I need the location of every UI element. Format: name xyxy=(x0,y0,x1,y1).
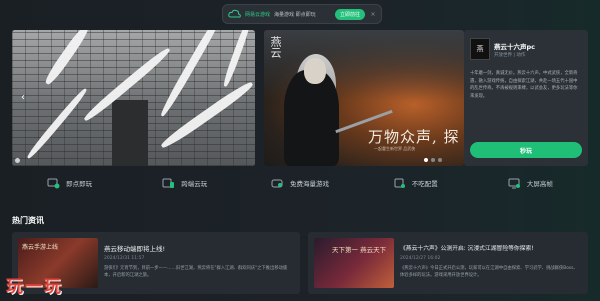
carousel-dot[interactable] xyxy=(438,158,442,162)
feature-item: 不吃配置 xyxy=(358,170,473,196)
news-thumbnail: 天下第一 燕云天下 xyxy=(314,238,394,288)
feature-row: 即点即玩 跨端云玩 免费海量游戏 不吃配置 大屏高帧 xyxy=(12,170,588,196)
news-card[interactable]: 天下第一 燕云天下 《燕云十六声》公测开启: 沉浸式江湖冒险等你探索! 2024… xyxy=(308,232,588,294)
download-button[interactable]: 立即前往 xyxy=(334,8,365,20)
game-title: 燕云十六声pc xyxy=(494,43,536,51)
close-icon[interactable]: × xyxy=(369,11,377,18)
feature-label: 大屏高帧 xyxy=(526,180,553,188)
carousel-dot[interactable] xyxy=(431,158,435,162)
news-excerpt: 《燕云十六声》今日正式开启公测，玩家可以在江湖中自由探索、学习武学、挑战群侠Bo… xyxy=(400,266,578,278)
banner-brand: 网易云游戏 xyxy=(245,11,271,18)
news-excerpt: 游侠们! 元宵节到，目前一步——……旧世江湖，燕云将在"群入江湖、群欢同庆"之下… xyxy=(104,266,288,278)
download-banner: 网易云游戏 海量游戏 即点即玩 立即前往 × xyxy=(222,4,382,24)
banner-slogan: 海量游戏 即点即玩 xyxy=(274,11,316,18)
feature-item: 即点即玩 xyxy=(12,170,127,196)
news-date: 2024/12/31 11:57 xyxy=(104,256,145,261)
character-body-image xyxy=(284,70,339,166)
carousel-prev-icon[interactable]: ‹ xyxy=(18,90,28,106)
cloud-game-logo-icon xyxy=(227,8,241,20)
feature-label: 不吃配置 xyxy=(411,180,438,188)
section-title: 热门资讯 xyxy=(12,216,44,225)
game-description: 十年磨一剑，真诚无价。燕云十六声，中式武侠，全新奇遇，融入游戏传统，自由探索江湖… xyxy=(470,71,578,99)
news-thumb-text: 天下第一 燕云天下 xyxy=(332,246,387,254)
play-button[interactable]: 秒玩 xyxy=(470,142,582,158)
carousel-dot-active[interactable] xyxy=(424,158,428,162)
game-icon: 燕 xyxy=(470,38,490,60)
gate-image xyxy=(112,100,148,166)
feature-label: 免费海量游戏 xyxy=(290,180,329,188)
cloud-play-icon xyxy=(47,178,60,189)
character-head-image xyxy=(304,58,326,84)
hero-carousel-left[interactable]: ‹ xyxy=(12,30,255,166)
news-date: 2024/12/27 16:02 xyxy=(400,256,441,261)
carousel-indicator[interactable] xyxy=(15,158,20,163)
multi-device-icon xyxy=(162,178,175,189)
game-logo-text: 燕云 xyxy=(269,36,282,58)
feature-item: 大屏高帧 xyxy=(473,170,588,196)
feature-item: 跨端云玩 xyxy=(127,170,242,196)
feature-label: 跨端云玩 xyxy=(181,180,208,188)
news-title[interactable]: 燕云移动端即将上线! xyxy=(104,243,165,253)
game-detail-card: 燕 燕云十六声pc 开放世界 | 动作 十年磨一剑，真诚无价。燕云十六声，中式武… xyxy=(464,30,588,166)
chip-icon xyxy=(393,178,406,189)
hero-game-banner[interactable]: 燕云 万物众声, 探 一起重生新世界 品武侠 xyxy=(264,30,464,166)
hero-title: 万物众声, 探 xyxy=(368,128,460,146)
feature-item: 免费海量游戏 xyxy=(242,170,357,196)
carousel-dots xyxy=(424,158,442,162)
screen-icon xyxy=(508,178,521,189)
gamepad-icon xyxy=(271,178,284,189)
news-title[interactable]: 《燕云十六声》公测开启: 沉浸式江湖冒险等你探索! xyxy=(400,243,534,252)
watermark-logo: 玩一玩 xyxy=(6,277,63,297)
feature-label: 即点即玩 xyxy=(66,180,93,188)
game-tags: 开放世界 | 动作 xyxy=(494,53,526,58)
news-thumb-text: 燕云手游上线 xyxy=(22,244,59,251)
hero-subtitle: 一起重生新世界 品武侠 xyxy=(374,146,416,151)
